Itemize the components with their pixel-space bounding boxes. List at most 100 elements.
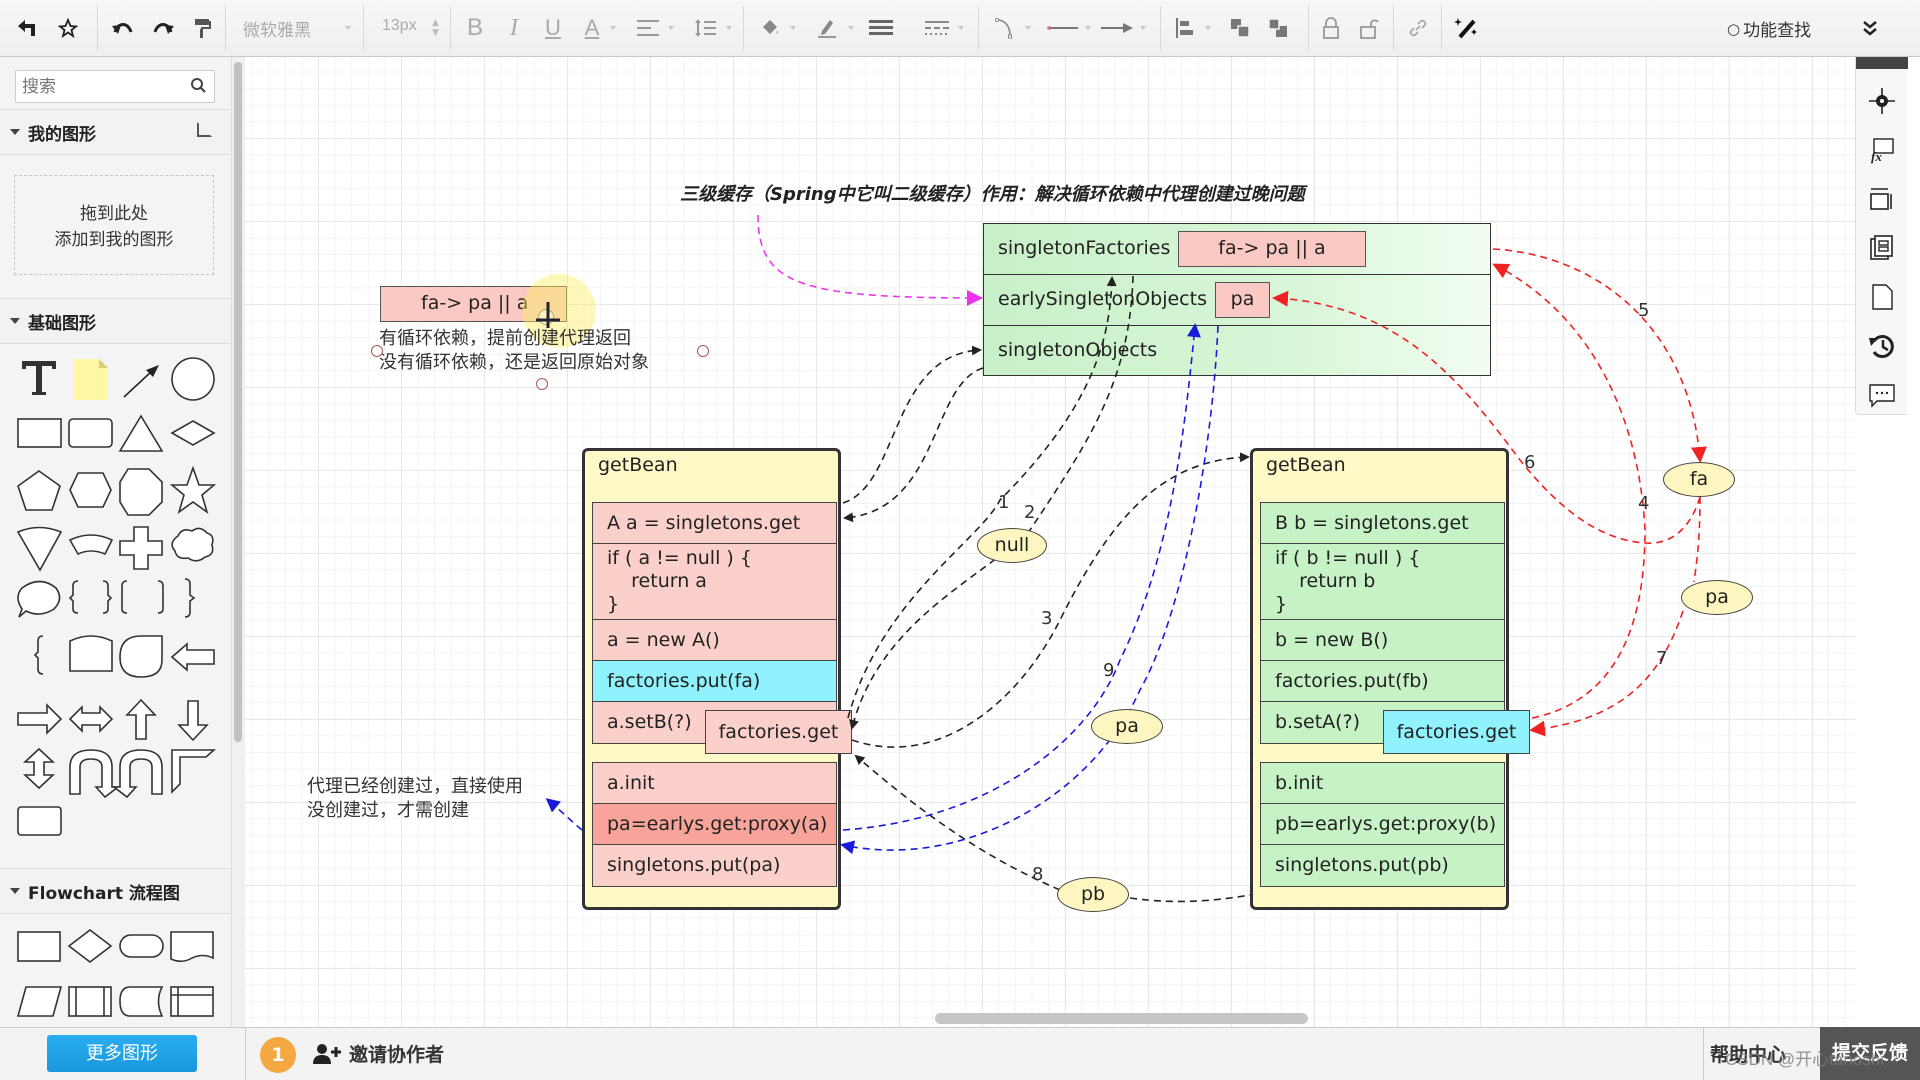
collapse-icon[interactable] bbox=[1855, 14, 1885, 42]
formula-icon[interactable]: fx bbox=[1868, 136, 1896, 164]
my-shapes-drop-zone[interactable]: 拖到此处 添加到我的图形 bbox=[14, 175, 214, 275]
line-end-icon[interactable] bbox=[1100, 14, 1134, 42]
send-back-icon[interactable] bbox=[1263, 14, 1293, 42]
bean-b-row[interactable]: b = new B() bbox=[1260, 619, 1505, 662]
more-shapes-button[interactable]: 更多图形 bbox=[47, 1035, 197, 1072]
early-objects-value-box[interactable]: pa bbox=[1215, 282, 1270, 318]
side-note-text[interactable]: 有循环依赖，提前创建代理返回 没有循环依赖，还是返回原始对象 bbox=[379, 327, 649, 375]
drop-hint-line2: 添加到我的图形 bbox=[54, 230, 174, 250]
comments-icon[interactable] bbox=[1868, 381, 1896, 409]
unlock-icon[interactable] bbox=[1354, 14, 1384, 42]
bring-front-icon[interactable] bbox=[1225, 14, 1255, 42]
bean-a-row-factories-put[interactable]: factories.put(fa) bbox=[592, 660, 837, 703]
history-icon[interactable] bbox=[1868, 332, 1896, 360]
collapse-triangle-icon bbox=[10, 888, 20, 894]
bean-a-row-proxy[interactable]: pa=earlys.get:proxy(a) bbox=[592, 803, 837, 846]
value-ellipse-pb[interactable]: pb bbox=[1057, 877, 1129, 912]
shape-search-field[interactable] bbox=[15, 70, 215, 103]
collapse-triangle-icon bbox=[10, 129, 20, 135]
proxy-note-text[interactable]: 代理已经创建过，直接使用 没创建过，才需创建 bbox=[307, 775, 523, 823]
navigator-icon[interactable] bbox=[1868, 87, 1896, 115]
sidebar-scrollbar-thumb[interactable] bbox=[234, 62, 242, 742]
bean-b-row-proxy[interactable]: pb=earlys.get:proxy(b) bbox=[1260, 803, 1505, 846]
panel-handle[interactable] bbox=[1856, 57, 1908, 69]
resize-handle-right[interactable] bbox=[697, 345, 709, 357]
double-arrow-shape-icon bbox=[68, 705, 114, 733]
edit-icon[interactable] bbox=[197, 122, 212, 137]
align-icon[interactable] bbox=[633, 14, 663, 42]
link-icon[interactable] bbox=[1403, 14, 1433, 42]
resize-handle-bottom[interactable] bbox=[536, 378, 548, 390]
flowchart-header[interactable]: Flowchart 流程图 bbox=[0, 868, 231, 914]
font-size-input[interactable]: 13px bbox=[382, 17, 417, 35]
format-painter-icon[interactable] bbox=[188, 14, 218, 42]
step-label-5: 5 bbox=[1638, 300, 1650, 321]
cache-row-singleton-objects[interactable]: singletonObjects bbox=[984, 326, 1490, 377]
bean-a-row[interactable]: A a = singletons.get bbox=[592, 502, 837, 545]
undo-icon[interactable] bbox=[108, 14, 138, 42]
bean-b-row-factories-put[interactable]: factories.put(fb) bbox=[1260, 660, 1505, 703]
back-icon[interactable] bbox=[12, 14, 42, 42]
line-start-icon[interactable] bbox=[1045, 14, 1079, 42]
bean-b-row-init[interactable]: b.init bbox=[1260, 762, 1505, 805]
page-icon[interactable] bbox=[1868, 283, 1896, 311]
resize-handle-left[interactable] bbox=[371, 345, 383, 357]
redo-icon[interactable] bbox=[148, 14, 178, 42]
invite-label: 邀请协作者 bbox=[349, 1044, 445, 1066]
bean-b-row[interactable]: B b = singletons.get bbox=[1260, 502, 1505, 545]
italic-icon[interactable]: I bbox=[499, 14, 529, 42]
proxy-note-line2: 没创建过，才需创建 bbox=[307, 800, 469, 821]
bean-b-row-singletons-put[interactable]: singletons.put(pb) bbox=[1260, 844, 1505, 887]
line-style-icon[interactable] bbox=[922, 14, 952, 42]
cache-row-label: singletonObjects bbox=[998, 339, 1158, 361]
bean-a-row[interactable]: if ( a != null ) { return a } bbox=[592, 543, 837, 621]
bean-a-factories-get[interactable]: factories.get bbox=[705, 710, 852, 754]
line-spacing-icon[interactable] bbox=[690, 14, 720, 42]
get-bean-a-container[interactable]: getBean A a = singletons.get if ( a != n… bbox=[582, 448, 841, 910]
collaborator-count-badge[interactable]: 1 bbox=[260, 1037, 296, 1073]
shape-search-input[interactable] bbox=[16, 71, 181, 102]
connector-curve-icon[interactable] bbox=[990, 14, 1020, 42]
step-label-2: 2 bbox=[1024, 502, 1036, 523]
font-family-select[interactable]: 微软雅黑 bbox=[243, 16, 311, 41]
factories-value-box[interactable]: fa-> pa || a bbox=[1178, 231, 1366, 267]
bean-a-row[interactable]: a = new A() bbox=[592, 619, 837, 662]
bean-a-row-init[interactable]: a.init bbox=[592, 762, 837, 805]
invite-collaborator-button[interactable]: 邀请协作者 bbox=[313, 1040, 444, 1067]
diagram-title[interactable]: 三级缓存（Spring中它叫二级缓存）作用：解决循环依赖中代理创建过晚问题 bbox=[680, 180, 1305, 206]
value-ellipse-fa[interactable]: fa bbox=[1663, 462, 1735, 497]
get-bean-b-container[interactable]: getBean B b = singletons.get if ( b != n… bbox=[1250, 448, 1509, 910]
lock-icon[interactable] bbox=[1316, 14, 1346, 42]
bold-icon[interactable]: B bbox=[460, 14, 490, 42]
bean-a-row-singletons-put[interactable]: singletons.put(pa) bbox=[592, 844, 837, 887]
line-width-icon[interactable] bbox=[866, 14, 896, 42]
page-size-icon[interactable] bbox=[1868, 185, 1896, 213]
cloud-shape-icon bbox=[171, 527, 214, 562]
pin-icon[interactable] bbox=[53, 14, 83, 42]
callout-shape-icon bbox=[17, 580, 61, 618]
line-color-icon[interactable] bbox=[812, 14, 842, 42]
magic-wand-icon[interactable] bbox=[1450, 14, 1484, 42]
diamond-shape-icon bbox=[170, 420, 216, 446]
search-icon[interactable] bbox=[190, 77, 206, 97]
value-ellipse-pa-middle[interactable]: pa bbox=[1091, 709, 1163, 744]
triangle-shape-icon bbox=[118, 414, 164, 452]
underline-icon[interactable]: U bbox=[538, 14, 568, 42]
value-ellipse-pa-right[interactable]: pa bbox=[1681, 580, 1753, 615]
bean-b-row[interactable]: if ( b != null ) { return b } bbox=[1260, 543, 1505, 621]
fill-color-icon[interactable] bbox=[755, 14, 785, 42]
text-shape-icon bbox=[22, 361, 56, 395]
decision-shape-icon bbox=[67, 928, 113, 964]
canvas-horizontal-scrollbar[interactable] bbox=[935, 1013, 1308, 1024]
font-size-stepper[interactable]: ▲ ▼ bbox=[432, 18, 439, 38]
align-left-icon[interactable] bbox=[1170, 14, 1200, 42]
my-shapes-header[interactable]: 我的图形 bbox=[0, 109, 231, 155]
feature-search-button[interactable]: ○ 功能查找 bbox=[1727, 16, 1811, 42]
bean-b-factories-get[interactable]: factories.get bbox=[1383, 710, 1530, 754]
pages-icon[interactable] bbox=[1868, 234, 1896, 262]
value-ellipse-null[interactable]: null bbox=[977, 528, 1047, 563]
sidebar-scrollbar[interactable] bbox=[232, 57, 245, 1027]
font-color-icon[interactable]: A bbox=[577, 14, 607, 42]
basic-shapes-header[interactable]: 基础图形 bbox=[0, 298, 231, 344]
brackets-shape-icon bbox=[121, 580, 164, 614]
